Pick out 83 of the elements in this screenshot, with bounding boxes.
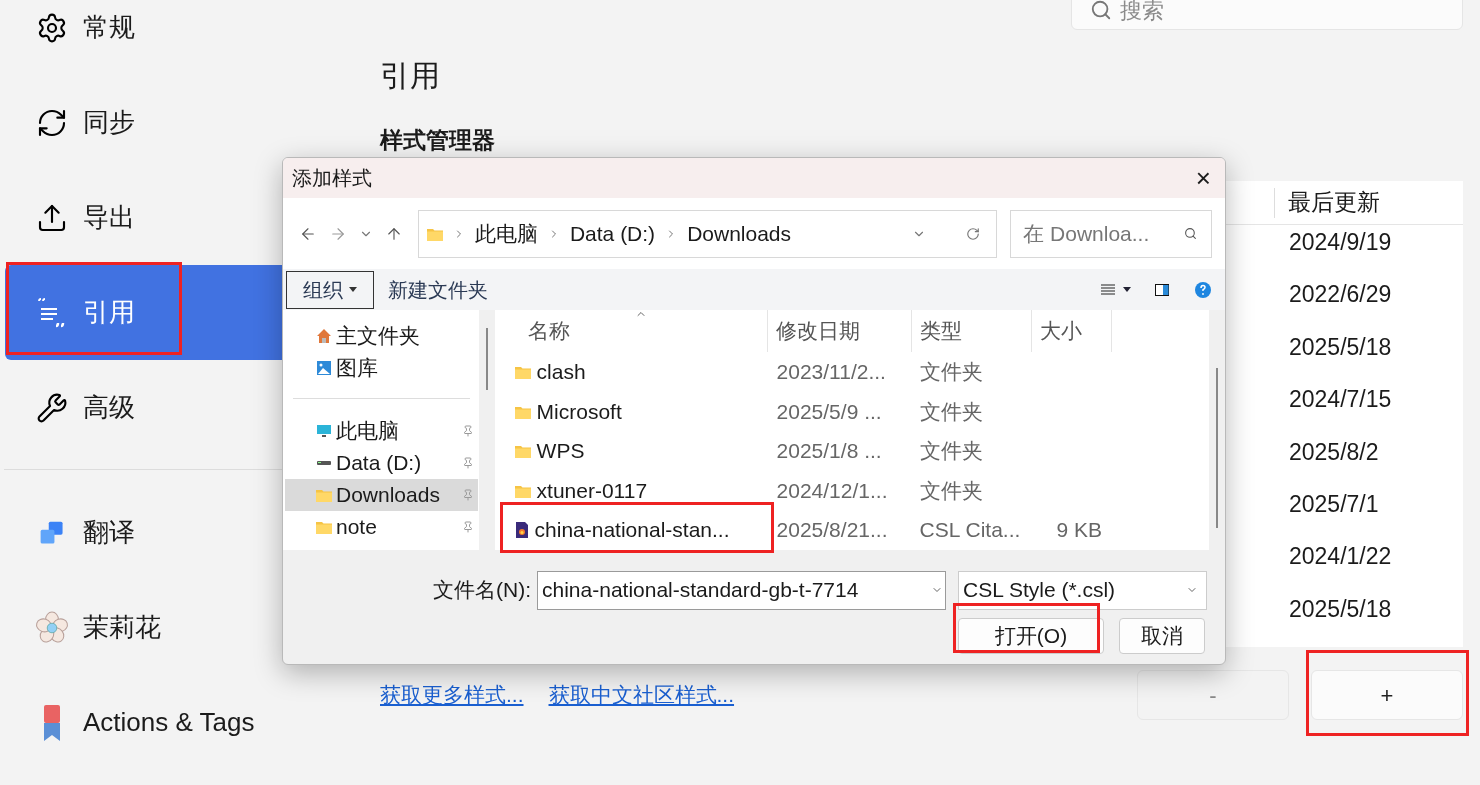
file-name-cell[interactable]: Microsoft	[494, 395, 768, 428]
dialog-button[interactable]: 取消	[1119, 618, 1205, 654]
pin-icon	[461, 521, 474, 533]
folder-icon	[316, 488, 332, 502]
table-cell-text: 2025/5/18	[1288, 594, 1393, 624]
scrollbar-thumb	[485, 328, 488, 390]
folder-icon	[316, 520, 332, 534]
folder-icon	[514, 483, 531, 498]
caret-icon[interactable]	[1123, 287, 1131, 292]
pin-icon	[461, 425, 474, 437]
sidebar-item[interactable]: 常规	[5, 0, 290, 75]
table-cell-text: 文件夹	[918, 477, 984, 504]
folder-icon	[426, 226, 443, 241]
caret-icon	[349, 287, 357, 292]
dialog-title: 添加样式	[292, 166, 372, 191]
document-icon	[514, 522, 529, 539]
table-cell-text: 2025/5/18	[1288, 332, 1393, 362]
settings-icon	[36, 11, 68, 44]
folder-icon	[514, 365, 531, 380]
bookmark-icon	[42, 704, 62, 741]
nav-item[interactable]: Downloads	[285, 479, 478, 511]
organize-button[interactable]: 组织	[286, 270, 374, 309]
table-cell-text: 2024/1/22	[1288, 542, 1393, 572]
file-name-cell[interactable]: xtuner-0117	[494, 474, 768, 507]
link[interactable]: 获取更多样式...	[380, 679, 524, 711]
folder-icon	[514, 444, 531, 459]
drive-icon	[316, 461, 332, 465]
column-header[interactable]: 类型	[911, 310, 1032, 353]
column-header: 最后更新	[1287, 188, 1381, 218]
table-cell-text: 2025/8/2	[1288, 437, 1380, 467]
help-icon[interactable]	[1195, 281, 1211, 298]
file-name-field[interactable]: china-national-standard-gb-t-7714	[537, 570, 946, 610]
table-cell-text: 9 KB	[1055, 517, 1104, 544]
table-cell-text: 文件夹	[918, 359, 984, 386]
table-cell-text: 2025/8/21...	[775, 517, 889, 544]
search-field[interactable]: 在 Downloa...	[1010, 209, 1212, 258]
link[interactable]: 获取中文社区样式...	[548, 679, 735, 711]
table-cell-text: CSL Cita...	[918, 517, 1022, 544]
pin-icon	[461, 489, 474, 501]
new-folder-button[interactable]: 新建文件夹	[388, 274, 488, 305]
page-title: 引用	[380, 58, 441, 94]
table-cell-text: 2025/5/9 ...	[775, 398, 883, 425]
file-name-cell[interactable]: china-national-stan...	[494, 514, 768, 546]
table-cell-text: 2023/11/2...	[775, 359, 887, 386]
search-icon	[1090, 0, 1112, 21]
column-header[interactable]: 大小	[1031, 310, 1112, 353]
monitor-icon	[316, 423, 332, 439]
home-icon	[316, 328, 332, 344]
breadcrumb-item[interactable]: Data (D:)	[569, 217, 656, 250]
table-cell-text: 2025/7/1	[1288, 489, 1380, 519]
close-button[interactable]: ×	[1195, 165, 1211, 191]
breadcrumb-item[interactable]: 此电脑	[474, 217, 538, 250]
file-name-cell[interactable]: clash	[494, 356, 768, 388]
search-icon	[1184, 227, 1197, 240]
column-header[interactable]: 修改日期	[767, 310, 912, 353]
translate-icon	[39, 519, 65, 546]
file-type-select[interactable]: CSL Style (*.csl)	[958, 570, 1207, 610]
file-name-cell[interactable]: WPS	[494, 435, 768, 467]
image-icon	[316, 360, 332, 376]
folder-icon	[514, 404, 531, 419]
wrench-icon	[36, 391, 68, 424]
address-bar[interactable]: 此电脑 Data (D:) Downloads	[417, 209, 998, 258]
table-cell-text: 2024/12/1...	[775, 477, 889, 504]
sidebar-item[interactable]: Actions & Tags	[5, 675, 290, 770]
breadcrumb-item[interactable]: Downloads	[687, 217, 792, 250]
table-cell-text: 2022/6/29	[1288, 280, 1393, 310]
table-cell-text: 2024/9/19	[1288, 227, 1393, 257]
table-cell-text: 2024/7/15	[1288, 385, 1393, 415]
flower-icon	[35, 610, 69, 645]
column-header[interactable]: 名称	[494, 310, 768, 353]
table-cell-text: 文件夹	[918, 398, 984, 425]
file-name-label: 文件名(N):	[432, 577, 532, 604]
section-title: 样式管理器	[380, 126, 496, 155]
list-view-icon[interactable]	[1101, 283, 1115, 296]
refresh-icon[interactable]	[966, 226, 981, 241]
sidebar-item[interactable]: 导出	[5, 170, 290, 265]
sidebar-item[interactable]: 茉莉花	[5, 580, 290, 675]
table-cell-text: 2025/1/8 ...	[775, 438, 883, 465]
page-button[interactable]: +	[1311, 670, 1463, 720]
sidebar-item[interactable]: 同步	[5, 75, 290, 170]
preview-pane-icon[interactable]	[1155, 283, 1169, 296]
pin-icon	[461, 457, 474, 469]
table-cell-text: 文件夹	[918, 438, 984, 465]
